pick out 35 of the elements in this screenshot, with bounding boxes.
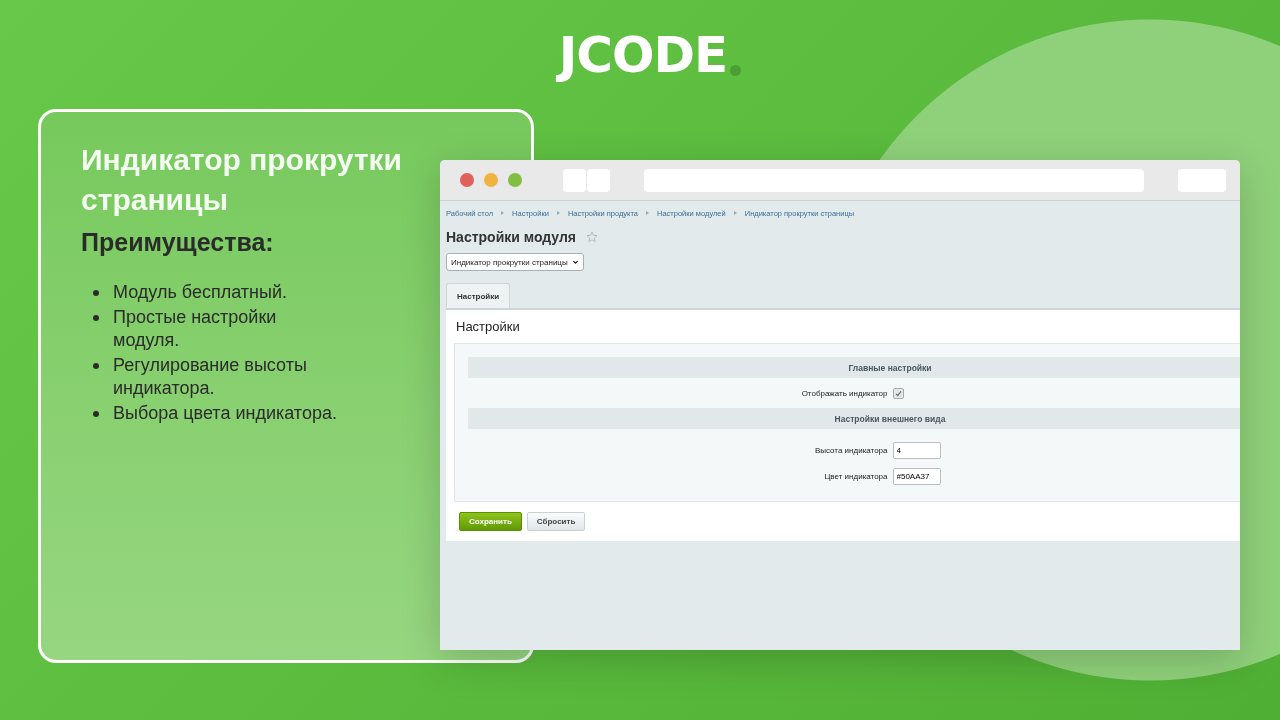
- field-label: Цвет индикатора: [824, 471, 888, 481]
- separator-icon: [733, 211, 737, 215]
- tab[interactable]: Настройки: [446, 283, 511, 308]
- page-title: Настройки модуля: [446, 229, 576, 245]
- card-title: Индикатор прокрутки страницы: [81, 142, 404, 218]
- reset-button[interactable]: Сбросить: [526, 512, 586, 531]
- panel-title: Настройки: [455, 318, 521, 336]
- save-button[interactable]: Сохранить: [459, 512, 522, 531]
- feature-text: Регулирование высоты индикатора.: [113, 354, 308, 400]
- logo-text: JCODE: [558, 30, 728, 80]
- minimize-light-icon[interactable]: [484, 173, 498, 187]
- feature-text: Простые настройки модуля.: [113, 306, 278, 352]
- section-header: Настройки внешнего вида: [468, 408, 1240, 429]
- bullet-icon: [93, 290, 99, 296]
- logo-dot-icon: [730, 65, 742, 76]
- separator-icon: [646, 211, 649, 215]
- field-label: Высота индикатора: [814, 445, 888, 455]
- bullet-icon: [93, 315, 99, 321]
- chevron-down-icon: [571, 258, 579, 266]
- separator-icon: [501, 211, 505, 215]
- bullet-icon: [93, 411, 99, 417]
- section-header: Главные настройки: [468, 357, 1240, 378]
- input-field[interactable]: #50AA37: [892, 467, 941, 485]
- field-label: Отображать индикатор: [801, 388, 888, 398]
- card-subtitle: Преимущества:: [81, 228, 274, 257]
- bullet-icon: [93, 363, 99, 369]
- input-field[interactable]: 4: [892, 441, 941, 459]
- maximize-light-icon[interactable]: [508, 173, 522, 187]
- close-light-icon[interactable]: [460, 173, 474, 187]
- separator-icon: [556, 211, 560, 215]
- checkbox[interactable]: [892, 387, 904, 399]
- star-icon[interactable]: [586, 231, 598, 243]
- feature-text: Модуль бесплатный.: [113, 281, 288, 304]
- feature-text: Выбора цвета индикатора.: [113, 402, 338, 425]
- module-select[interactable]: Индикатор прокрутки страницы: [446, 253, 584, 271]
